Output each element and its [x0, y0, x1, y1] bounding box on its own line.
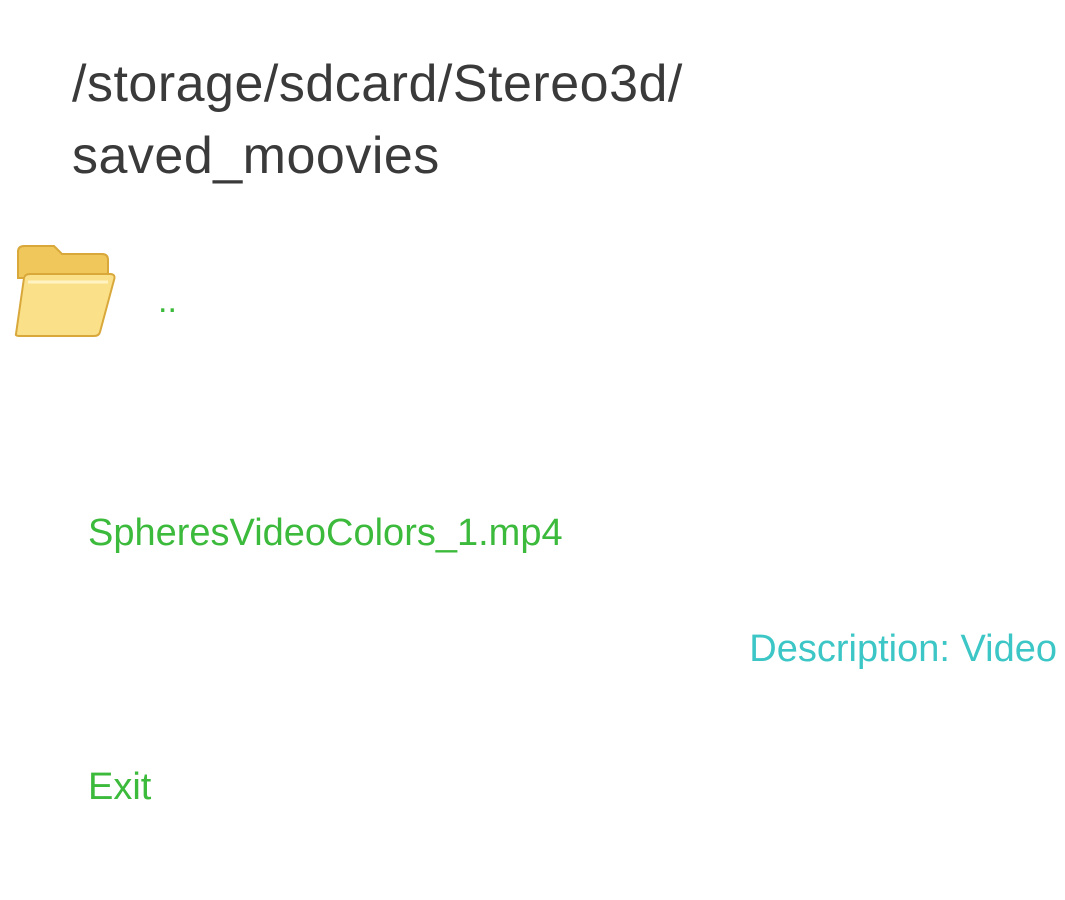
path-line-1: /storage/sdcard/Stereo3d/	[72, 55, 683, 113]
parent-directory-label: ..	[158, 282, 177, 320]
current-path-title: /storage/sdcard/Stereo3d/saved_moovies	[72, 48, 972, 192]
exit-button[interactable]: Exit	[88, 766, 151, 809]
parent-directory-item[interactable]: ..	[0, 230, 1065, 350]
file-description: Description: Video	[749, 628, 1057, 670]
file-list-item[interactable]: SpheresVideoColors_1.mp4 Description: Vi…	[0, 490, 1065, 680]
file-name: SpheresVideoColors_1.mp4	[88, 512, 563, 554]
path-line-2: saved_moovies	[72, 127, 440, 185]
folder-icon	[10, 238, 116, 338]
